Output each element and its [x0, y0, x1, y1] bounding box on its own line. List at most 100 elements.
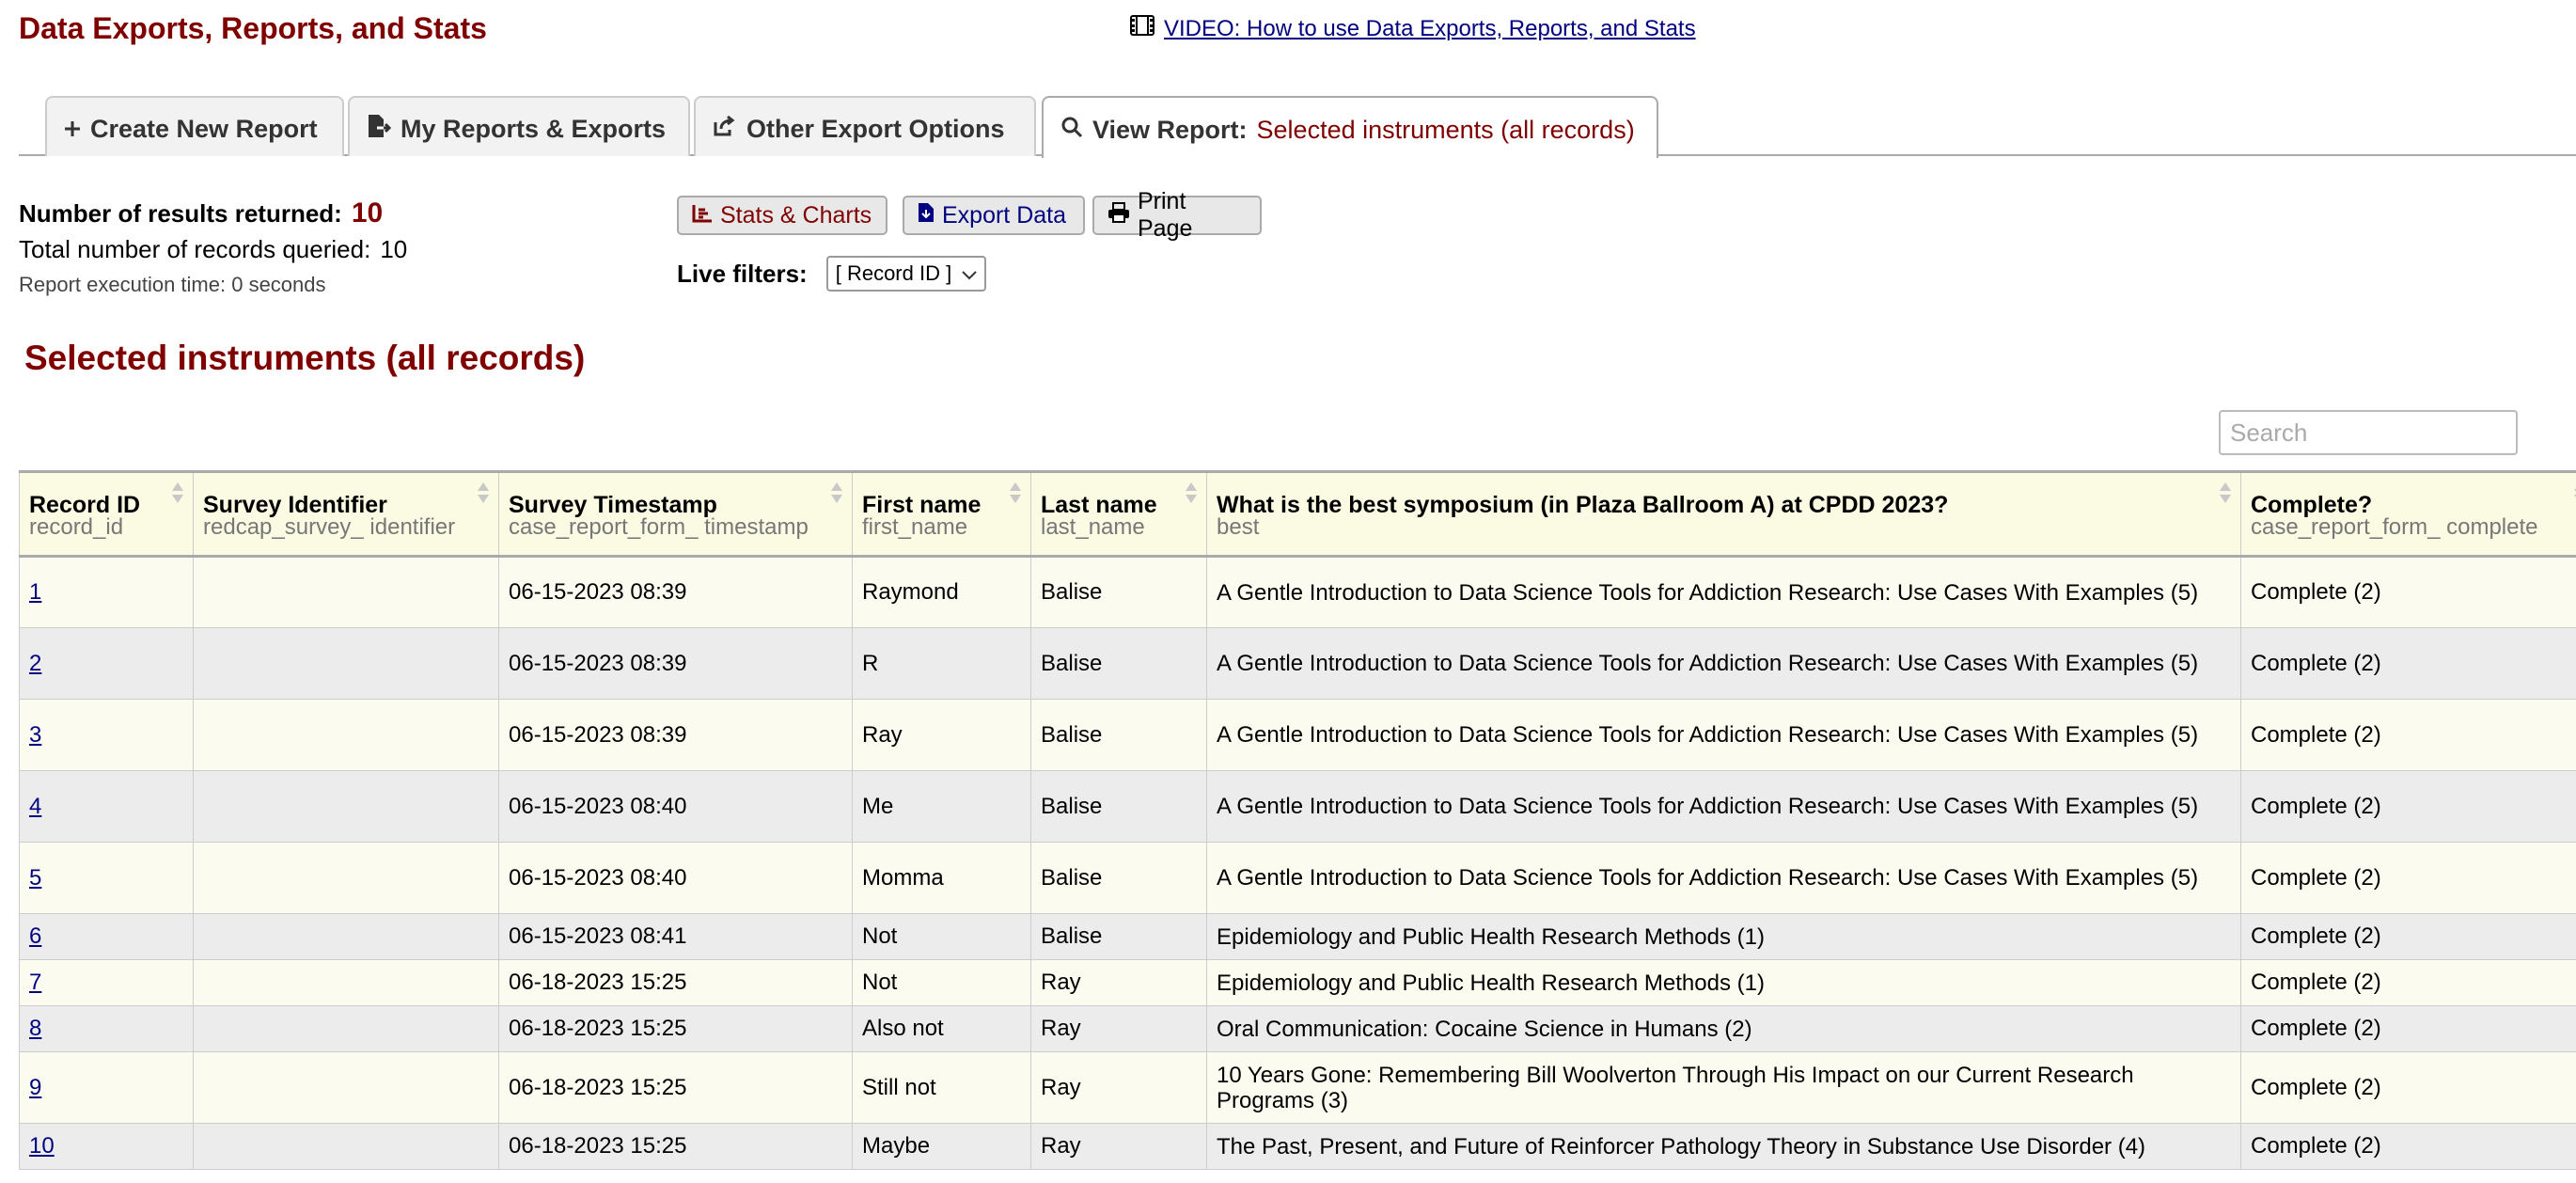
record-link[interactable]: 5	[29, 865, 41, 891]
cell-first-name: Ray	[852, 699, 1031, 771]
plus-icon	[64, 115, 81, 144]
tab-label: View Report:	[1092, 115, 1248, 144]
cell-survey-timestamp: 06-15-2023 08:39	[498, 556, 853, 628]
cell-survey-timestamp: 06-18-2023 15:25	[498, 1005, 853, 1052]
stats-charts-label: Stats & Charts	[720, 201, 872, 229]
column-variable: case_report_form_ timestamp	[509, 513, 809, 540]
column-label: Record ID	[29, 491, 141, 518]
cell-survey-identifier	[193, 913, 499, 960]
tab-label: Create New Report	[90, 114, 318, 143]
sort-icon	[2220, 482, 2231, 503]
cell-best-symposium: A Gentle Introduction to Data Science To…	[1206, 627, 2241, 700]
print-page-label: Print Page	[1138, 188, 1193, 242]
cell-best-symposium: Oral Communication: Cocaine Science in H…	[1206, 1005, 2241, 1052]
cell-complete: Complete (2)	[2240, 627, 2576, 700]
printer-icon	[1107, 201, 1130, 229]
cell-last-name: Ray	[1030, 1005, 1207, 1052]
cell-first-name: Me	[852, 770, 1031, 843]
column-variable: redcap_survey_ identifier	[203, 513, 456, 540]
cell-record-id: 10	[19, 1123, 194, 1170]
column-header-best-symposium[interactable]: What is the best symposium (in Plaza Bal…	[1206, 470, 2241, 558]
cell-complete: Complete (2)	[2240, 913, 2576, 960]
cell-best-symposium: Epidemiology and Public Health Research …	[1206, 913, 2241, 960]
cell-last-name: Balise	[1030, 627, 1207, 700]
record-link[interactable]: 7	[29, 970, 41, 995]
cell-survey-identifier	[193, 959, 499, 1006]
column-header-complete[interactable]: Complete? case_report_form_ complete	[2240, 470, 2576, 558]
sort-icon	[831, 482, 842, 503]
tab-report-name: Selected instruments (all records)	[1256, 115, 1635, 144]
record-link[interactable]: 3	[29, 722, 41, 748]
cell-record-id: 1	[19, 556, 194, 628]
column-header-survey-timestamp[interactable]: Survey Timestamp case_report_form_ timest…	[498, 470, 853, 558]
cell-last-name: Balise	[1030, 842, 1207, 914]
table-row: 6 06-15-2023 08:41 Not Balise Epidemiolo…	[19, 913, 2576, 960]
column-label: First name	[862, 491, 982, 518]
video-link[interactable]: VIDEO: How to use Data Exports, Reports,…	[1130, 15, 1696, 42]
cell-record-id: 9	[19, 1051, 194, 1124]
column-header-survey-identifier[interactable]: Survey Identifier redcap_survey_ identifi…	[193, 470, 499, 558]
report-table: Record ID record_id Survey Identifier redc…	[19, 470, 2576, 1170]
record-link[interactable]: 9	[29, 1075, 41, 1100]
report-summary: Number of results returned: 10 Total num…	[19, 196, 407, 303]
cell-survey-identifier	[193, 556, 499, 628]
column-header-record-id[interactable]: Record ID record_id	[19, 470, 194, 558]
results-returned-label: Number of results returned:	[19, 198, 342, 228]
table-row: 2 06-15-2023 08:39 R Balise A Gentle Int…	[19, 627, 2576, 700]
record-link[interactable]: 4	[29, 794, 41, 819]
column-variable: first_name	[862, 513, 968, 540]
table-header-row: Record ID record_id Survey Identifier redc…	[19, 470, 2576, 558]
execution-time: Report execution time: 0 seconds	[19, 273, 326, 296]
tab-create-new-report[interactable]: Create New Report	[45, 96, 344, 156]
record-id-filter-select[interactable]: [ Record ID ]	[825, 256, 986, 292]
column-variable: record_id	[29, 513, 124, 540]
cell-first-name: Still not	[852, 1051, 1031, 1124]
search-input[interactable]	[2219, 410, 2518, 455]
cell-survey-identifier	[193, 699, 499, 771]
column-variable: case_report_form_ complete	[2251, 513, 2538, 540]
page-title: Data Exports, Reports, and Stats	[19, 11, 487, 45]
export-data-label: Export Data	[942, 201, 1067, 229]
column-header-last-name[interactable]: Last name last_name	[1030, 470, 1207, 558]
cell-first-name: R	[852, 627, 1031, 700]
stats-charts-button[interactable]: Stats & Charts	[677, 196, 887, 235]
column-label: Survey Timestamp	[509, 491, 717, 518]
cell-best-symposium: A Gentle Introduction to Data Science To…	[1206, 770, 2241, 843]
tab-my-reports-exports[interactable]: My Reports & Exports	[348, 96, 690, 156]
record-link[interactable]: 2	[29, 651, 41, 676]
filter-selected-value: [ Record ID ]	[835, 261, 952, 285]
record-link[interactable]: 10	[29, 1133, 55, 1159]
tab-label: My Reports & Exports	[401, 114, 667, 143]
table-row: 7 06-18-2023 15:25 Not Ray Epidemiology …	[19, 959, 2576, 1006]
cell-last-name: Balise	[1030, 770, 1207, 843]
sort-icon	[478, 482, 489, 503]
tab-other-export-options[interactable]: Other Export Options	[694, 96, 1036, 156]
records-queried-count: 10	[380, 234, 408, 263]
table-row: 9 06-18-2023 15:25 Still not Ray 10 Year…	[19, 1051, 2576, 1124]
cell-survey-identifier	[193, 842, 499, 914]
video-link-label: VIDEO: How to use Data Exports, Reports,…	[1164, 15, 1696, 41]
search-icon	[1060, 116, 1083, 145]
cell-survey-identifier	[193, 627, 499, 700]
cell-record-id: 2	[19, 627, 194, 700]
record-link[interactable]: 8	[29, 1016, 41, 1041]
tab-view-report[interactable]: View Report: Selected instruments (all r…	[1042, 96, 1658, 158]
record-link[interactable]: 1	[29, 579, 41, 605]
record-link[interactable]: 6	[29, 923, 41, 949]
column-variable: last_name	[1041, 513, 1145, 540]
film-icon	[1130, 15, 1154, 42]
cell-survey-timestamp: 06-15-2023 08:40	[498, 770, 853, 843]
column-header-first-name[interactable]: First name first_name	[852, 470, 1031, 558]
print-page-button[interactable]: Print Page	[1092, 188, 1262, 242]
cell-first-name: Momma	[852, 842, 1031, 914]
file-download-icon	[918, 202, 935, 229]
live-filters-label: Live filters:	[677, 259, 808, 288]
export-data-button[interactable]: Export Data	[903, 196, 1085, 235]
cell-first-name: Not	[852, 959, 1031, 1006]
cell-complete: Complete (2)	[2240, 1051, 2576, 1124]
tab-label: Other Export Options	[746, 114, 1005, 143]
cell-record-id: 7	[19, 959, 194, 1006]
cell-survey-timestamp: 06-18-2023 15:25	[498, 1051, 853, 1124]
cell-last-name: Ray	[1030, 1051, 1207, 1124]
cell-survey-identifier	[193, 1051, 499, 1124]
